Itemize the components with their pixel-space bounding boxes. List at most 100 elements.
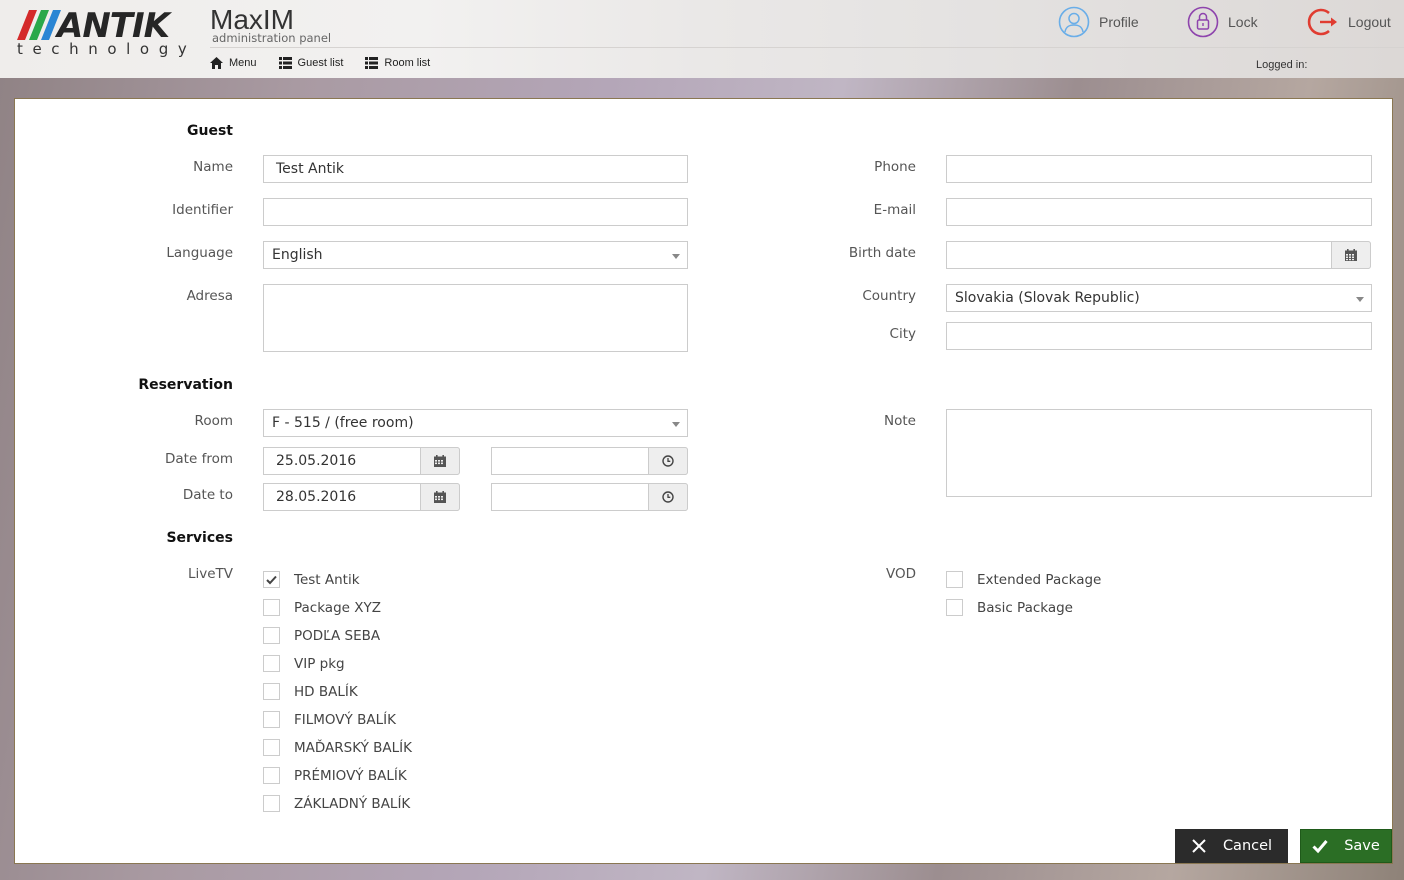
package-name: Test Antik xyxy=(294,571,360,588)
package-checkbox-item[interactable]: Package XYZ xyxy=(263,599,381,616)
package-name: ZÁKLADNÝ BALÍK xyxy=(294,795,411,812)
check-icon xyxy=(266,575,277,584)
nav-guest-list-label: Guest list xyxy=(297,57,344,69)
date-from-value: 25.05.2016 xyxy=(276,453,357,469)
vod-label: VOD xyxy=(885,566,916,582)
checkbox[interactable] xyxy=(263,739,280,756)
package-checkbox-item[interactable]: Extended Package xyxy=(946,571,1101,588)
checkbox[interactable] xyxy=(263,795,280,812)
checkbox[interactable] xyxy=(263,683,280,700)
checkbox[interactable] xyxy=(263,767,280,784)
package-name: Package XYZ xyxy=(294,599,381,616)
section-guest-title: Guest xyxy=(187,123,233,139)
cancel-button[interactable]: Cancel xyxy=(1175,829,1288,863)
logout-button[interactable]: Logout xyxy=(1307,6,1391,38)
package-checkbox-item[interactable]: FILMOVÝ BALÍK xyxy=(263,711,396,728)
birth-date-input[interactable] xyxy=(946,241,1371,269)
nav-room-list-label: Room list xyxy=(384,57,431,69)
note-label: Note xyxy=(884,413,916,429)
country-label: Country xyxy=(862,288,916,304)
logged-in-label: Logged in: xyxy=(1256,59,1308,71)
nav-menu[interactable]: Menu xyxy=(210,57,257,69)
calendar-icon xyxy=(434,491,446,503)
checkbox[interactable] xyxy=(263,655,280,672)
calendar-icon xyxy=(1345,249,1357,261)
package-checkbox-item[interactable]: MAĎARSKÝ BALÍK xyxy=(263,739,412,756)
time-from-clock-button[interactable] xyxy=(648,447,688,475)
package-name: PRÉMIOVÝ BALÍK xyxy=(294,767,407,784)
city-input[interactable] xyxy=(946,322,1372,350)
language-label: Language xyxy=(166,245,233,261)
language-select[interactable]: English xyxy=(263,241,688,269)
package-name: VIP pkg xyxy=(294,655,345,672)
nav-room-list[interactable]: Room list xyxy=(365,57,430,69)
lock-label: Lock xyxy=(1228,14,1258,30)
checkbox[interactable] xyxy=(263,571,280,588)
package-checkbox-item[interactable]: Test Antik xyxy=(263,571,360,588)
profile-label: Profile xyxy=(1099,14,1139,30)
time-from-input[interactable] xyxy=(491,447,688,475)
package-checkbox-item[interactable]: HD BALÍK xyxy=(263,683,358,700)
package-checkbox-item[interactable]: PRÉMIOVÝ BALÍK xyxy=(263,767,407,784)
identifier-label: Identifier xyxy=(172,202,233,218)
email-input[interactable] xyxy=(946,198,1372,226)
livetv-label: LiveTV xyxy=(187,566,233,582)
package-name: PODĽA SEBA xyxy=(294,627,381,644)
language-value: English xyxy=(272,247,323,263)
date-to-value: 28.05.2016 xyxy=(276,489,357,505)
birth-date-calendar-button[interactable] xyxy=(1331,241,1371,269)
name-input[interactable]: Test Antik xyxy=(263,155,688,183)
package-checkbox-item[interactable]: ZÁKLADNÝ BALÍK xyxy=(263,795,410,812)
date-from-calendar-button[interactable] xyxy=(420,447,460,475)
time-to-input[interactable] xyxy=(491,483,688,511)
note-textarea[interactable] xyxy=(946,409,1372,497)
lock-button[interactable]: Lock xyxy=(1187,6,1258,38)
save-button[interactable]: Save xyxy=(1300,829,1392,863)
checkbox[interactable] xyxy=(946,599,963,616)
room-select[interactable]: F - 515 / (free room) xyxy=(263,409,688,437)
close-icon xyxy=(1192,839,1206,853)
date-to-input[interactable]: 28.05.2016 xyxy=(263,483,460,511)
room-label: Room xyxy=(194,413,233,429)
time-to-clock-button[interactable] xyxy=(648,483,688,511)
phone-label: Phone xyxy=(874,159,916,175)
country-value: Slovakia (Slovak Republic) xyxy=(955,290,1140,306)
date-to-calendar-button[interactable] xyxy=(420,483,460,511)
name-value: Test Antik xyxy=(276,161,344,177)
package-name: MAĎARSKÝ BALÍK xyxy=(294,739,412,756)
section-reservation-title: Reservation xyxy=(138,377,233,393)
identifier-input[interactable] xyxy=(263,198,688,226)
antik-logo[interactable]: ANTIK technology xyxy=(17,6,197,60)
date-from-label: Date from xyxy=(165,451,233,467)
date-to-label: Date to xyxy=(182,487,233,503)
profile-button[interactable]: Profile xyxy=(1058,6,1139,38)
package-checkbox-item[interactable]: Basic Package xyxy=(946,599,1073,616)
nav-menu-label: Menu xyxy=(229,57,257,69)
save-label: Save xyxy=(1344,838,1380,854)
logo-subtext: technology xyxy=(17,40,197,58)
checkbox[interactable] xyxy=(263,627,280,644)
list-icon xyxy=(278,57,292,69)
checkbox[interactable] xyxy=(263,599,280,616)
name-label: Name xyxy=(193,159,233,175)
country-select[interactable]: Slovakia (Slovak Republic) xyxy=(946,284,1372,312)
clock-icon xyxy=(662,491,674,503)
package-checkbox-item[interactable]: PODĽA SEBA xyxy=(263,627,380,644)
address-textarea[interactable] xyxy=(263,284,688,352)
package-name: Extended Package xyxy=(977,571,1102,588)
city-label: City xyxy=(889,326,916,342)
package-checkbox-item[interactable]: VIP pkg xyxy=(263,655,345,672)
phone-input[interactable] xyxy=(946,155,1372,183)
app-subtitle: administration panel xyxy=(212,31,332,45)
checkbox[interactable] xyxy=(263,711,280,728)
top-header: ANTIK technology MaxIM administration pa… xyxy=(0,0,1404,78)
logout-icon xyxy=(1307,8,1337,36)
package-name: HD BALÍK xyxy=(294,683,358,700)
check-icon xyxy=(1312,840,1328,854)
nav-guest-list[interactable]: Guest list xyxy=(278,57,344,69)
chevron-down-icon xyxy=(672,254,680,259)
date-from-input[interactable]: 25.05.2016 xyxy=(263,447,460,475)
checkbox[interactable] xyxy=(946,571,963,588)
calendar-icon xyxy=(434,455,446,467)
main-nav: Menu Guest list Room list xyxy=(210,57,430,69)
